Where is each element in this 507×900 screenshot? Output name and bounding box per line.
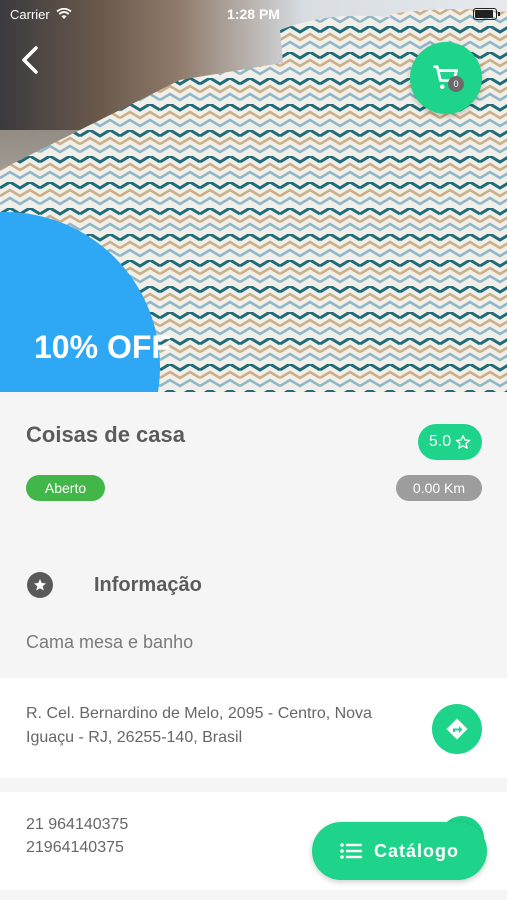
clock: 1:28 PM (227, 6, 280, 22)
chevron-left-icon (22, 46, 38, 74)
address-card: R. Cel. Bernardino de Melo, 2095 - Centr… (0, 678, 507, 778)
phone-number[interactable]: 21 964140375 (26, 816, 128, 834)
rating-badge: 5.0 (418, 424, 482, 460)
star-outline-icon (455, 435, 471, 449)
star-circle-icon (27, 572, 53, 598)
cart-count-badge: 0 (448, 76, 464, 92)
catalog-label: Catálogo (373, 840, 459, 861)
info-description: Cama mesa e banho (26, 632, 194, 652)
catalog-button[interactable]: Catálogo (312, 822, 487, 880)
distance-badge: 0.00 Km (396, 475, 482, 501)
cart-button[interactable]: 0 (410, 42, 482, 114)
back-button[interactable] (14, 42, 46, 78)
store-name: Coisas de casa (26, 422, 185, 447)
open-status-badge: Aberto (26, 475, 105, 501)
status-bar: Carrier 1:28 PM (0, 0, 507, 28)
info-section-title: Informação (94, 574, 202, 596)
directions-button[interactable] (432, 704, 482, 754)
promo-label: 10% OFF (34, 329, 171, 365)
directions-arrow-icon (446, 718, 468, 740)
address-text: R. Cel. Bernardino de Melo, 2095 - Centr… (26, 705, 372, 746)
rating-value: 5.0 (428, 433, 452, 450)
battery-icon (473, 8, 500, 20)
phone-number[interactable]: 21964140375 (26, 839, 124, 857)
list-icon (340, 843, 362, 859)
